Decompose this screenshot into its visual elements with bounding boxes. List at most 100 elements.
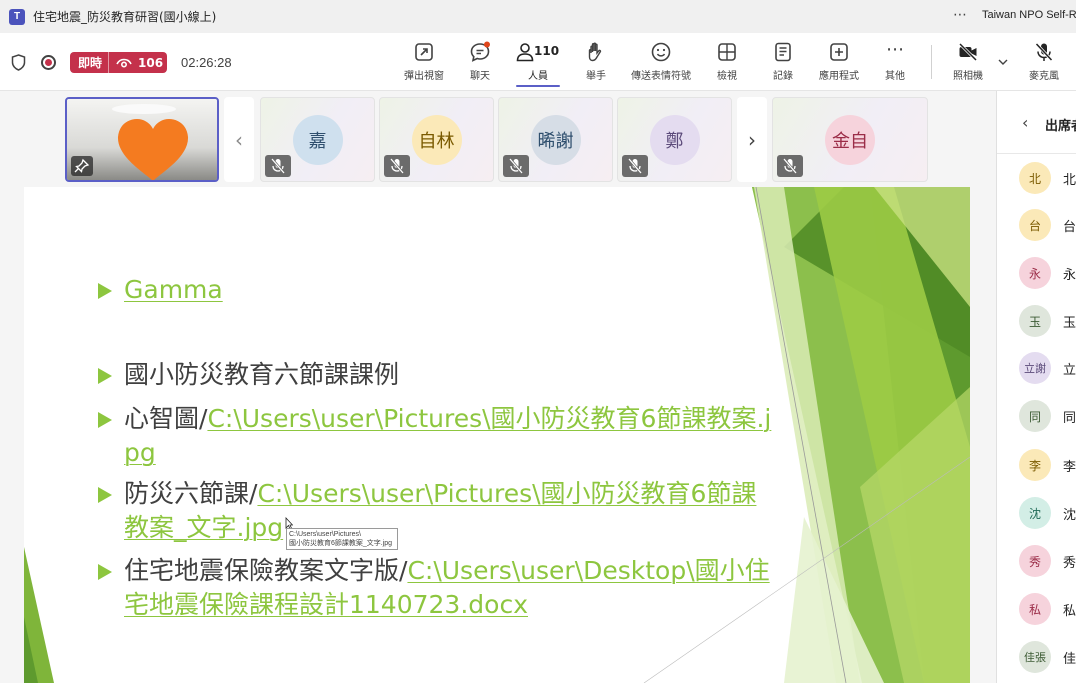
apps-icon [830,43,848,61]
link-tooltip: C:\Users\user\Pictures\ 國小防災教育6節課教案_文字.j… [286,528,398,550]
attendee-name: 立 [1063,363,1076,378]
raise-hand-button[interactable]: 舉手 [568,41,624,85]
chevron-left-icon: ‹ [235,127,243,152]
attendee-item[interactable]: 同 同 [1019,400,1076,432]
gamma-link[interactable]: Gamma [124,275,223,304]
tooltip-line-1: C:\Users\user\Pictures\ [289,531,361,538]
people-icon [516,43,534,62]
bullet-triangle-icon [98,412,112,428]
notes-button[interactable]: 記錄 [755,41,811,85]
camera-button[interactable]: 照相機 [940,41,996,85]
attendee-item[interactable]: 沈 沈 [1019,497,1076,529]
view-button[interactable]: 檢視 [699,41,755,85]
org-name[interactable]: Taiwan NPO Self-R [982,9,1076,21]
attendee-name: 秀 [1063,556,1076,571]
teams-logo-icon: T [9,8,25,25]
participant-avatar: 晞謝 [530,114,581,165]
participant-tile[interactable]: 自林 [379,97,494,182]
bullet-text: 住宅地震保險教案文字版/ [124,556,408,585]
react-label: 傳送表情符號 [631,71,691,82]
back-chevron-icon[interactable]: ‹ [1022,115,1032,131]
attendee-avatar: 北 [1019,162,1051,194]
slide-bullet: Gamma [98,273,223,307]
notes-label: 記錄 [773,71,793,82]
participant-avatar: 自林 [411,114,462,165]
react-button[interactable]: 傳送表情符號 [626,41,696,85]
tooltip-line-2: 國小防災教育6節課教案_文字.jpg [289,540,393,547]
attendee-avatar: 永 [1019,257,1051,289]
attendee-item[interactable]: 李 李 [1019,449,1076,481]
attendee-name: 永 [1063,268,1076,283]
live-badge[interactable]: 即時 106 [70,52,167,73]
mic-muted-icon [503,155,529,177]
more-label: 其他 [885,71,905,82]
recording-icon[interactable] [41,55,56,70]
attendee-avatar: 私 [1019,593,1051,625]
attendee-name: 北 [1063,173,1076,188]
self-video-tile[interactable] [65,97,219,182]
mindmap-link[interactable]: C:\Users\user\Pictures\國小防災教育6節課教案.jpg [124,404,771,467]
attendee-name: 沈 [1063,508,1076,523]
bullet-text: 國小防災教育六節課課例 [124,360,400,389]
attendee-item[interactable]: 永 永 [1019,257,1076,289]
chevron-down-icon[interactable] [998,58,1008,66]
bullet-text: 防災六節課/ [124,479,258,508]
grid-icon [718,43,736,61]
heart-sticker-icon [117,119,189,180]
attendee-avatar: 台 [1019,209,1051,241]
attendees-panel: ‹ 出席者 北 北 台 台 永 永 玉 玉 立謝 立 同 同 李 李 [996,91,1076,683]
attendee-item[interactable]: 佳張 佳 [1019,641,1076,673]
title-bar: T 住宅地震_防災教育研習(國小線上) ⋯ Taiwan NPO Self-R [0,0,1076,33]
participant-tile[interactable]: 鄭 [617,97,732,182]
slide-bullet: 心智圖/C:\Users\user\Pictures\國小防災教育6節課教案.j… [98,402,778,470]
attendee-item[interactable]: 秀 秀 [1019,545,1076,577]
people-count: 110 [534,44,560,58]
eye-icon [116,58,132,68]
attendee-item[interactable]: 私 私 [1019,593,1076,625]
participant-tile[interactable]: 晞謝 [498,97,613,182]
gallery-prev-button[interactable]: ‹ [224,97,254,182]
participant-avatar: 金自 [825,114,875,165]
apps-button[interactable]: 應用程式 [811,41,867,85]
chat-button[interactable]: 聊天 [452,41,508,85]
live-label: 即時 [70,52,110,73]
participant-tile[interactable]: 嘉 [260,97,375,182]
attendee-avatar: 秀 [1019,545,1051,577]
people-label: 人員 [528,71,548,82]
mic-label: 麥克風 [1029,71,1059,82]
view-label: 檢視 [717,71,737,82]
attendee-item[interactable]: 立謝 立 [1019,352,1076,384]
attendee-avatar: 同 [1019,400,1051,432]
chat-label: 聊天 [470,71,490,82]
participant-avatar: 鄭 [649,114,700,165]
shared-slide[interactable]: Gamma 國小防災教育六節課課例 心智圖/C:\Users\user\Pict… [24,187,970,683]
mic-muted-icon [622,155,648,177]
mic-off-icon [1035,42,1053,62]
more-button[interactable]: ⋯ 其他 [867,41,923,85]
people-icon-wrap: 110 [510,41,566,63]
attendee-item[interactable]: 台 台 [1019,209,1076,241]
apps-label: 應用程式 [819,71,859,82]
attendee-item[interactable]: 北 北 [1019,162,1076,194]
notes-icon [775,42,791,62]
attendee-item[interactable]: 玉 玉 [1019,305,1076,337]
attendee-avatar: 李 [1019,449,1051,481]
gallery-next-button[interactable]: › [737,97,767,182]
pin-icon[interactable] [71,156,93,176]
attendee-name: 同 [1063,411,1076,426]
mic-button[interactable]: 麥克風 [1016,41,1072,85]
attendees-panel-title: 出席者 [1045,119,1076,134]
teams-meeting-window: T 住宅地震_防災教育研習(國小線上) ⋯ Taiwan NPO Self-R … [0,0,1076,683]
hand-icon [588,42,602,62]
people-active-indicator [516,85,560,87]
more-icon: ⋯ [886,39,904,60]
attendees-panel-header: ‹ 出席者 [997,91,1076,154]
shield-icon[interactable] [11,54,26,71]
attendee-avatar: 立謝 [1019,352,1051,384]
window-more-icon[interactable]: ⋯ [953,7,968,23]
bullet-triangle-icon [98,487,112,503]
popout-button[interactable]: 彈出視窗 [396,41,452,85]
participant-tile[interactable]: 金自 [772,97,928,182]
people-button[interactable]: 110 人員 [508,41,568,87]
camera-off-icon [958,42,978,62]
